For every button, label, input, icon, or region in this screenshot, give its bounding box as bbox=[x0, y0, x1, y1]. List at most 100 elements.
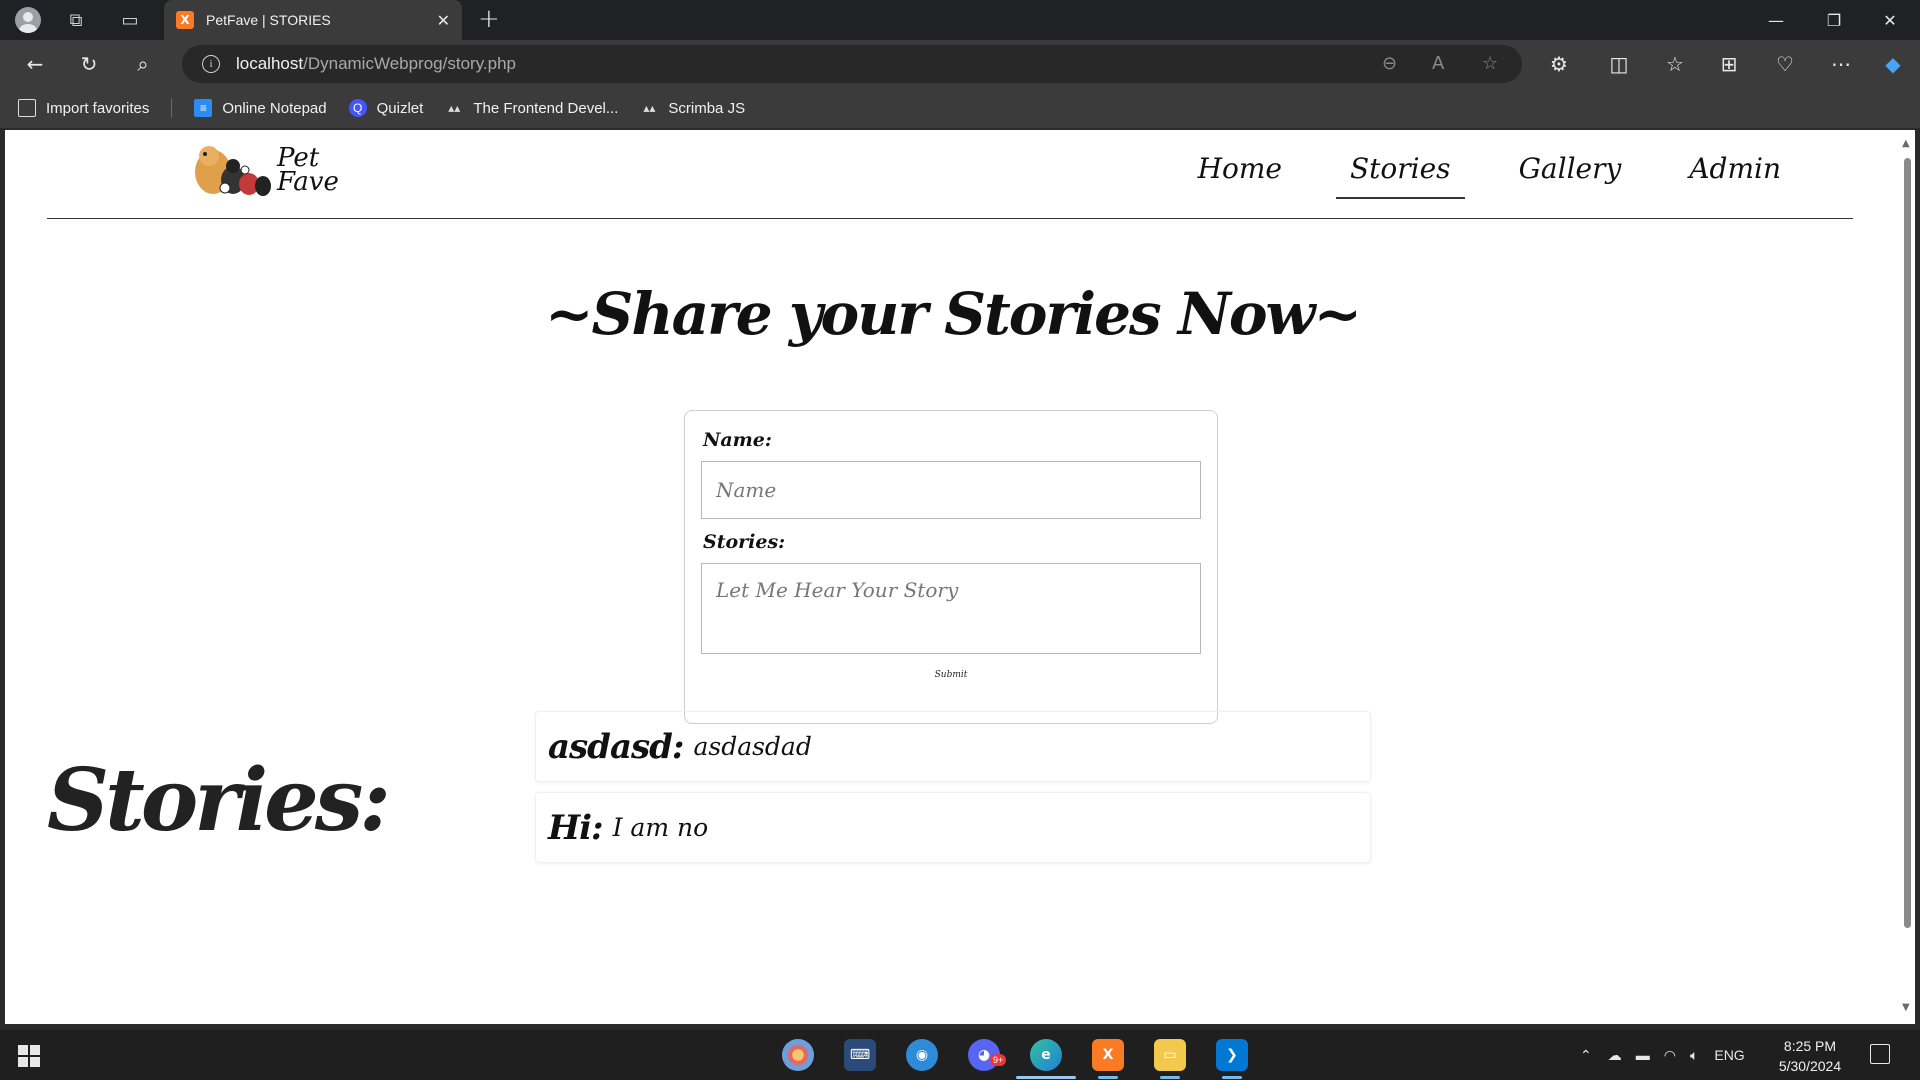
site-header: Pet Fave Home Stories Gallery Admin bbox=[47, 130, 1853, 219]
logo-line-fave: Fave bbox=[277, 167, 339, 197]
story-author: Hi: bbox=[548, 807, 604, 848]
name-label: Name: bbox=[703, 429, 772, 451]
page-title: ~Share your Stories Now~ bbox=[544, 280, 1362, 348]
main-nav: Home Stories Gallery Admin bbox=[1144, 152, 1795, 199]
workspaces-icon[interactable]: ⧉ bbox=[62, 6, 90, 34]
windows-taskbar: ⌨ ◉ ◕ 9+ e X ▭ ❯ ⌃ ☁ ▬ ◠ 🔈︎ ENG 8:25 PM … bbox=[0, 1030, 1920, 1080]
favorite-label: Scrimba JS bbox=[668, 99, 746, 117]
nav-home[interactable]: Home bbox=[1184, 152, 1296, 199]
favorites-list-icon[interactable]: ☆ bbox=[1660, 49, 1690, 79]
tab-petfave-stories[interactable]: X PetFave | STORIES ✕ bbox=[164, 0, 462, 40]
favorites-bar: Import favorites ≡ Online Notepad Q Quiz… bbox=[0, 88, 1920, 128]
story-text: I am no bbox=[612, 813, 709, 842]
logo-text: Pet Fave bbox=[277, 145, 339, 197]
favorite-label: Import favorites bbox=[46, 99, 150, 117]
extensions-icon[interactable]: ⚙ bbox=[1544, 49, 1574, 79]
volume-icon[interactable]: 🔈︎ bbox=[1690, 1047, 1698, 1064]
clock-time: 8:25 PM bbox=[1783, 1038, 1837, 1054]
notification-center-icon[interactable] bbox=[1870, 1044, 1890, 1064]
back-arrow-icon[interactable]: ← bbox=[20, 49, 50, 79]
system-tray: ⌃ ☁ ▬ ◠ 🔈︎ ENG bbox=[1580, 1030, 1745, 1080]
running-indicator bbox=[1098, 1076, 1118, 1079]
favorite-frontend-developer[interactable]: ▴▴ The Frontend Devel... bbox=[445, 99, 618, 117]
browser-toolbar: ← ↻ ⌕ i localhost/DynamicWebprog/story.p… bbox=[0, 40, 1920, 88]
new-tab-button[interactable]: + bbox=[478, 4, 500, 34]
show-hidden-icons-icon[interactable]: ⌃ bbox=[1580, 1047, 1592, 1064]
url-host: localhost bbox=[236, 54, 304, 73]
scroll-up-icon[interactable]: ▲ bbox=[1902, 138, 1910, 149]
favorite-label: Quizlet bbox=[376, 99, 424, 117]
language-indicator[interactable]: ENG bbox=[1714, 1047, 1744, 1063]
url-path: /DynamicWebprog/story.php bbox=[303, 54, 517, 73]
story-card: Hi: I am no bbox=[535, 792, 1371, 863]
browser-tab-bar: ⧉ ▭ X PetFave | STORIES ✕ + — ❐ ✕ bbox=[0, 0, 1920, 40]
favorite-label: The Frontend Devel... bbox=[473, 99, 619, 117]
nav-admin[interactable]: Admin bbox=[1675, 152, 1795, 199]
xampp-icon[interactable]: X bbox=[1092, 1039, 1124, 1071]
vertical-tabs-icon[interactable]: ▭ bbox=[116, 6, 144, 34]
split-screen-icon[interactable]: ◫ bbox=[1604, 49, 1634, 79]
quizlet-icon: Q bbox=[348, 99, 367, 117]
copilot-icon[interactable]: ◆ bbox=[1878, 49, 1908, 79]
onedrive-cloud-icon[interactable]: ☁ bbox=[1608, 1047, 1622, 1064]
remote-desktop-icon[interactable]: ⌨ bbox=[844, 1039, 876, 1071]
site-logo[interactable]: Pet Fave bbox=[187, 140, 339, 200]
page-scrollbar[interactable]: ▲ ▼ bbox=[1900, 130, 1915, 1024]
clock-date: 5/30/2024 bbox=[1778, 1058, 1842, 1074]
scrimba-icon: ▴▴ bbox=[448, 101, 461, 115]
restore-window-button[interactable]: ❐ bbox=[1814, 6, 1854, 34]
minimize-window-button[interactable]: — bbox=[1756, 6, 1796, 34]
close-window-button[interactable]: ✕ bbox=[1870, 6, 1910, 34]
taskbar-clock[interactable]: 8:25 PM 5/30/2024 bbox=[1770, 1036, 1850, 1076]
nav-stories[interactable]: Stories bbox=[1335, 152, 1465, 199]
notepad-icon: ≡ bbox=[194, 99, 213, 117]
submit-button[interactable]: Submit bbox=[935, 670, 968, 680]
close-tab-icon[interactable]: ✕ bbox=[437, 11, 450, 30]
story-textarea[interactable] bbox=[701, 563, 1201, 654]
battery-icon[interactable]: ▬ bbox=[1636, 1047, 1650, 1063]
site-info-icon[interactable]: i bbox=[202, 55, 220, 73]
active-app-indicator bbox=[1016, 1076, 1076, 1079]
nav-gallery[interactable]: Gallery bbox=[1505, 152, 1636, 199]
windows-start-icon[interactable] bbox=[18, 1045, 40, 1067]
favorite-label: Online Notepad bbox=[222, 99, 327, 117]
browser-app-icon[interactable]: ◉ bbox=[906, 1039, 938, 1071]
name-input[interactable] bbox=[701, 461, 1201, 519]
story-card: asdasd: asdasdad bbox=[535, 711, 1371, 782]
browser-essentials-icon[interactable]: ♡ bbox=[1770, 49, 1800, 79]
zoom-icon[interactable]: ⊖ bbox=[1382, 53, 1397, 74]
favorite-quizlet[interactable]: Q Quizlet bbox=[348, 99, 424, 117]
favorite-import[interactable]: Import favorites bbox=[18, 99, 149, 117]
stories-heading: Stories: bbox=[47, 750, 391, 851]
story-form: Name: Stories: Submit bbox=[684, 410, 1218, 724]
refresh-icon[interactable]: ↻ bbox=[74, 49, 104, 79]
import-icon bbox=[18, 99, 36, 117]
favorite-online-notepad[interactable]: ≡ Online Notepad bbox=[194, 99, 327, 117]
running-indicator bbox=[1222, 1076, 1242, 1079]
pets-logo-icon bbox=[195, 146, 271, 196]
page-viewport: Pet Fave Home Stories Gallery Admin ~Sha… bbox=[5, 130, 1900, 1024]
scroll-down-icon[interactable]: ▼ bbox=[1902, 1002, 1910, 1013]
tab-title: PetFave | STORIES bbox=[206, 12, 331, 28]
vscode-icon[interactable]: ❯ bbox=[1216, 1039, 1248, 1071]
search-icon[interactable]: ⌕ bbox=[128, 49, 158, 79]
stories-label: Stories: bbox=[703, 531, 786, 553]
address-bar[interactable]: i localhost/DynamicWebprog/story.php ⊖ A… bbox=[182, 45, 1522, 83]
profile-icon[interactable] bbox=[14, 6, 42, 34]
favorite-star-icon[interactable]: ☆ bbox=[1482, 53, 1498, 74]
scrimba-icon: ▴▴ bbox=[643, 101, 656, 115]
favorite-scrimba-js[interactable]: ▴▴ Scrimba JS bbox=[640, 99, 745, 117]
scroll-thumb[interactable] bbox=[1904, 158, 1911, 928]
notification-badge: 9+ bbox=[990, 1054, 1007, 1066]
running-indicator bbox=[1160, 1076, 1180, 1079]
collections-icon[interactable]: ⊞ bbox=[1714, 49, 1744, 79]
read-aloud-icon[interactable]: A bbox=[1432, 53, 1444, 74]
edge-icon[interactable]: e bbox=[1030, 1039, 1062, 1071]
wifi-icon[interactable]: ◠ bbox=[1664, 1047, 1676, 1064]
favorites-divider bbox=[171, 98, 173, 118]
story-author: asdasd: bbox=[548, 726, 684, 767]
file-explorer-icon[interactable]: ▭ bbox=[1154, 1039, 1186, 1071]
story-text: asdasdad bbox=[693, 732, 812, 761]
paint-app-icon[interactable] bbox=[782, 1039, 814, 1071]
more-menu-icon[interactable]: ⋯ bbox=[1826, 49, 1856, 79]
